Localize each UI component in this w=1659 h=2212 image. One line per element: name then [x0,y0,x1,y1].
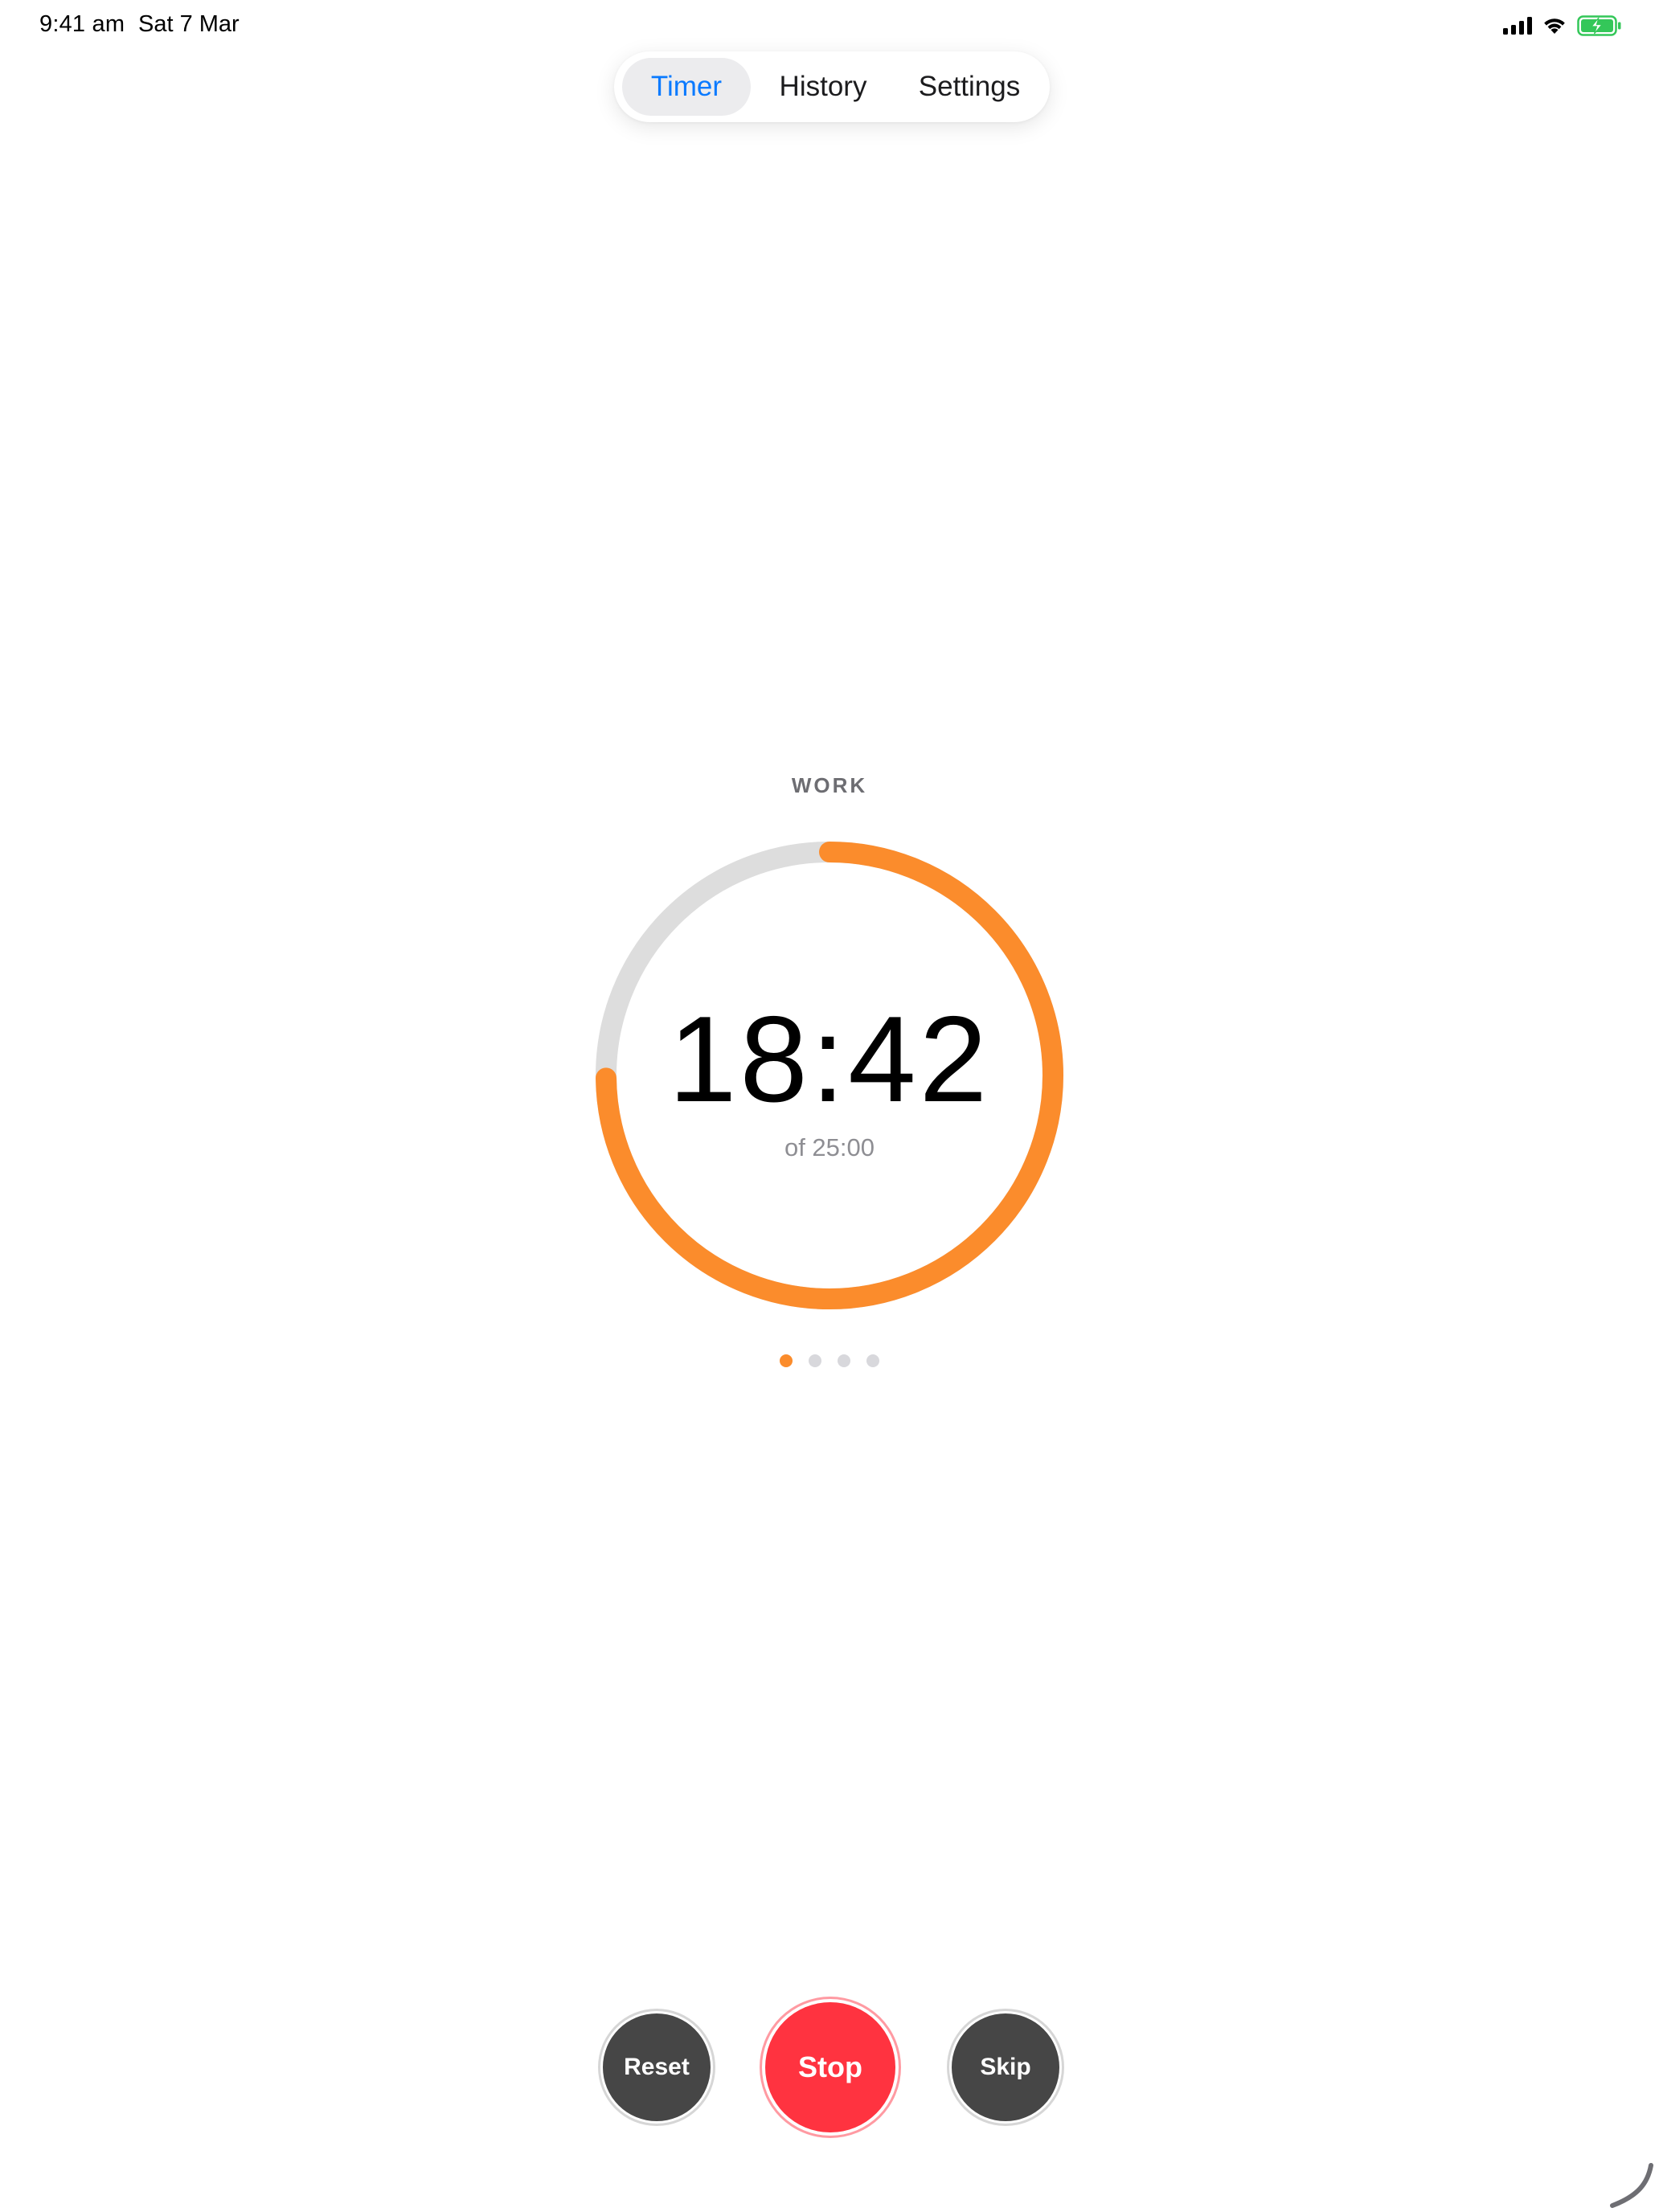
status-icons [1503,14,1622,37]
time-remaining: 18:42 [668,991,991,1128]
time-total-label: of 25:00 [784,1133,875,1161]
ipad-screen: 9:41 am Sat 7 Mar Timer History Settings… [0,0,1659,2212]
status-date: Sat 7 Mar [138,11,240,37]
wifi-icon [1544,18,1565,34]
reset-button[interactable]: Reset [603,2013,711,2121]
phase-label: WORK [791,773,868,797]
session-dot [809,1354,821,1367]
segmented-tab-bar: Timer History Settings [614,51,1050,122]
status-time: 9:41 am [39,11,125,37]
tab-settings[interactable]: Settings [897,58,1042,116]
tab-timer[interactable]: Timer [622,58,751,116]
tab-history[interactable]: History [752,58,894,116]
session-dot [866,1354,879,1367]
session-dot [838,1354,850,1367]
session-dots [0,1354,1659,1367]
session-dot [780,1354,793,1367]
battery-charging-icon [1577,15,1621,36]
cellular-signal-icon [1503,17,1532,35]
skip-button[interactable]: Skip [952,2013,1059,2121]
stop-button[interactable]: Stop [765,2002,895,2132]
corner-resize-grabber-icon[interactable] [1608,2162,1656,2210]
